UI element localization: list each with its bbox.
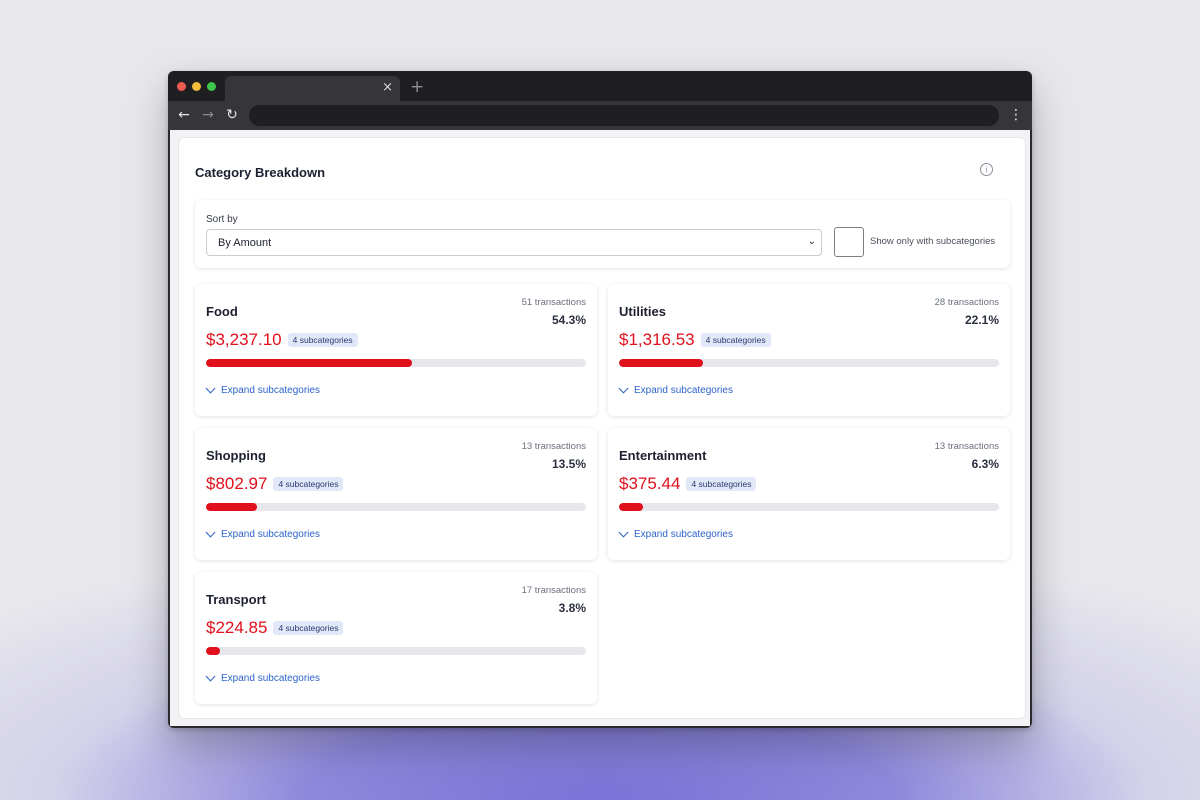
- transaction-count: 51 transactions: [521, 297, 586, 308]
- browser-tab[interactable]: ×: [225, 76, 400, 102]
- transaction-count: 17 transactions: [521, 585, 586, 596]
- category-card-food: Food 51 transactions 54.3% $3,237.10 4 subca…: [195, 284, 597, 416]
- expand-subcategories-link[interactable]: Expand subcategories: [205, 383, 320, 396]
- category-card-transport: Transport 17 transactions 3.8% $224.85 4 sub…: [195, 572, 597, 704]
- category-percent: 13.5%: [551, 457, 586, 471]
- category-amount: $1,316.53: [619, 330, 695, 349]
- browser-menu-icon[interactable]: ⋮: [1009, 106, 1023, 124]
- category-name: Food: [206, 304, 238, 319]
- amount-row: $802.97 4 subcategories: [206, 473, 344, 495]
- expand-label: Expand subcategories: [634, 385, 733, 396]
- category-percent: 6.3%: [971, 457, 999, 471]
- share-progress-bar: [206, 503, 586, 511]
- category-name: Utilities: [619, 304, 666, 319]
- chevron-down-icon: [205, 671, 216, 682]
- forward-arrow-icon[interactable]: →: [199, 106, 217, 124]
- subcategory-badge: 4 subcategories: [273, 621, 344, 635]
- category-card-utilities: Utilities 28 transactions 22.1% $1,316.53 4 …: [608, 284, 1010, 416]
- new-tab-icon[interactable]: +: [410, 77, 424, 97]
- category-amount: $802.97: [206, 474, 268, 493]
- category-name: Entertainment: [619, 448, 707, 463]
- expand-subcategories-link[interactable]: Expand subcategories: [205, 527, 320, 540]
- category-amount: $224.85: [206, 618, 268, 637]
- maximize-window-button[interactable]: [207, 82, 216, 91]
- chevron-down-icon: [205, 383, 216, 394]
- expand-subcategories-link[interactable]: Expand subcategories: [618, 383, 733, 396]
- share-progress-bar: [619, 359, 999, 367]
- subcategories-only-label: Show only with subcategories: [870, 236, 996, 247]
- category-breakdown-panel: Category Breakdown i Sort by By Amount ⌄…: [178, 137, 1026, 719]
- amount-row: $1,316.53 4 subcategories: [619, 329, 771, 351]
- info-icon[interactable]: i: [980, 163, 993, 176]
- category-name: Transport: [206, 592, 266, 607]
- browser-toolbar: ← → ↻ ⋮: [168, 101, 1032, 130]
- chevron-down-icon: [618, 383, 629, 394]
- category-name: Shopping: [206, 448, 266, 463]
- category-percent: 22.1%: [964, 313, 999, 327]
- share-progress-bar: [206, 359, 586, 367]
- share-progress-fill: [206, 503, 258, 511]
- subcategory-badge: 4 subcategories: [700, 333, 771, 347]
- subcategory-badge: 4 subcategories: [273, 477, 344, 491]
- amount-row: $224.85 4 subcategories: [206, 617, 344, 639]
- subcategory-badge: 4 subcategories: [287, 333, 358, 347]
- page-viewport: Category Breakdown i Sort by By Amount ⌄…: [170, 130, 1030, 726]
- close-window-button[interactable]: [177, 82, 186, 91]
- subcategory-badge: 4 subcategories: [686, 477, 757, 491]
- amount-row: $375.44 4 subcategories: [619, 473, 757, 495]
- expand-label: Expand subcategories: [221, 529, 320, 540]
- category-card-shopping: Shopping 13 transactions 13.5% $802.97 4 sub…: [195, 428, 597, 560]
- reload-icon[interactable]: ↻: [223, 106, 241, 124]
- minimize-window-button[interactable]: [192, 82, 201, 91]
- share-progress-fill: [206, 359, 413, 367]
- chevron-down-icon: [205, 527, 216, 538]
- tab-close-icon[interactable]: ×: [382, 80, 393, 95]
- amount-row: $3,237.10 4 subcategories: [206, 329, 358, 351]
- share-progress-fill: [619, 503, 643, 511]
- expand-subcategories-link[interactable]: Expand subcategories: [205, 671, 320, 684]
- share-progress-bar: [206, 647, 586, 655]
- category-percent: 54.3%: [551, 313, 586, 327]
- category-amount: $375.44: [619, 474, 681, 493]
- category-percent: 3.8%: [558, 601, 586, 615]
- category-card-entertainment: Entertainment 13 transactions 6.3% $375.44 4…: [608, 428, 1010, 560]
- share-progress-fill: [206, 647, 221, 655]
- expand-label: Expand subcategories: [221, 385, 320, 396]
- sort-label: Sort by: [206, 214, 238, 225]
- sort-selected-value: By Amount: [218, 237, 272, 249]
- share-progress-bar: [619, 503, 999, 511]
- chevron-down-icon: [618, 527, 629, 538]
- transaction-count: 13 transactions: [934, 441, 999, 452]
- expand-subcategories-link[interactable]: Expand subcategories: [618, 527, 733, 540]
- transaction-count: 28 transactions: [934, 297, 999, 308]
- transaction-count: 13 transactions: [521, 441, 586, 452]
- expand-label: Expand subcategories: [634, 529, 733, 540]
- browser-window: × + ← → ↻ ⋮ Category Breakdown i Sort by…: [168, 71, 1032, 728]
- page-title: Category Breakdown: [195, 165, 326, 180]
- back-arrow-icon[interactable]: ←: [175, 106, 193, 124]
- share-progress-fill: [619, 359, 703, 367]
- expand-label: Expand subcategories: [221, 673, 320, 684]
- subcategories-only-checkbox[interactable]: [834, 227, 864, 257]
- title-bar: × +: [168, 71, 1032, 102]
- sort-select[interactable]: By Amount ⌄: [206, 229, 822, 256]
- sort-controls: Sort by By Amount ⌄ Show only with subca…: [195, 200, 1010, 268]
- chevron-down-icon: ⌄: [807, 236, 816, 247]
- category-amount: $3,237.10: [206, 330, 282, 349]
- address-bar[interactable]: [249, 105, 999, 126]
